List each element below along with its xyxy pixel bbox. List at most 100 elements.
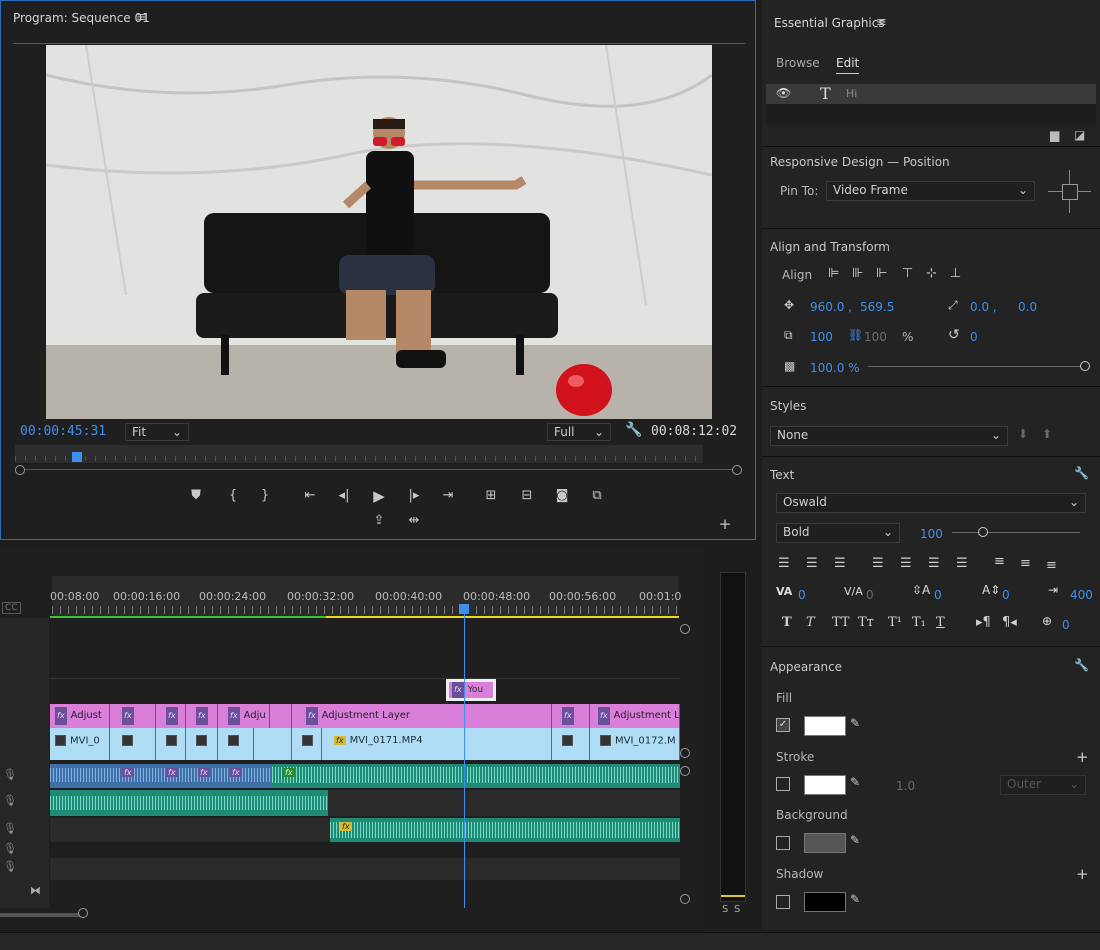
playhead-marker[interactable] <box>72 452 82 462</box>
audio-track-a4[interactable] <box>50 858 680 880</box>
align-left-icon[interactable]: ⊫ <box>828 266 839 281</box>
hamburger-menu-icon[interactable]: ≡ <box>876 15 887 30</box>
zoom-handle-left[interactable] <box>15 465 25 475</box>
underline-icon[interactable]: T <box>936 615 945 630</box>
scale-value[interactable]: 100 <box>810 330 833 344</box>
tracking-value[interactable]: 0 <box>866 588 874 602</box>
adjustment-clip[interactable]: fx <box>186 704 218 728</box>
ltr-text-icon[interactable]: ▸¶ <box>976 615 991 630</box>
tab-width-value[interactable]: 400 <box>1070 588 1093 602</box>
tab-browse[interactable]: Browse <box>776 56 820 70</box>
rtl-text-icon[interactable]: ¶◂ <box>1002 615 1017 630</box>
adjustment-clip[interactable]: fx <box>110 704 156 728</box>
pin-widget[interactable] <box>1048 170 1092 214</box>
solo-right-button[interactable]: S <box>734 904 740 915</box>
adjustment-clip[interactable]: fx Adjustment Layer <box>292 704 552 728</box>
baseline-value[interactable]: 0 <box>1002 588 1010 602</box>
video-clip[interactable] <box>156 728 186 760</box>
justify-left-icon[interactable]: ☰ <box>872 556 884 571</box>
align-top-text-icon[interactable]: ≡ <box>994 554 1005 569</box>
rotation-value[interactable]: 0 <box>970 330 978 344</box>
align-top-icon[interactable]: ⊤ <box>902 266 913 281</box>
eye-icon[interactable]: 👁 <box>776 86 791 100</box>
scroll-handle[interactable] <box>78 908 88 918</box>
subscript-icon[interactable]: T₁ <box>912 615 926 630</box>
video-clip[interactable] <box>110 728 156 760</box>
stroke-type-select[interactable]: Outer ⌄ <box>1000 775 1086 795</box>
eyedropper-icon[interactable]: ✎ <box>850 892 860 906</box>
wrench-icon[interactable]: 🔧 <box>1074 658 1089 672</box>
audio-clip[interactable] <box>330 818 680 842</box>
solo-left-button[interactable]: S <box>722 904 728 915</box>
video-clip[interactable] <box>254 728 292 760</box>
justify-center-icon[interactable]: ☰ <box>900 556 912 571</box>
stroke-checkbox[interactable] <box>776 777 790 791</box>
adjustment-clip[interactable]: fx Adjustment L <box>590 704 680 728</box>
adjustment-clip[interactable] <box>270 704 292 728</box>
add-marker-icon[interactable]: ⛊ <box>184 488 208 503</box>
lift-icon[interactable]: ⊞ <box>479 488 503 503</box>
font-size-slider[interactable] <box>952 532 1080 533</box>
align-bottom-icon[interactable]: ⊥ <box>950 266 961 281</box>
font-select[interactable]: Oswald ⌄ <box>776 493 1086 513</box>
scrubber-track[interactable] <box>15 445 703 463</box>
scroll-handle[interactable] <box>680 766 690 776</box>
hamburger-menu-icon[interactable]: ≡ <box>136 10 147 25</box>
video-track-v4[interactable] <box>50 618 680 678</box>
opacity-slider[interactable] <box>868 366 1086 367</box>
align-center-v-icon[interactable]: ⊹ <box>926 266 937 281</box>
background-color-swatch[interactable] <box>804 833 846 853</box>
mark-in-icon[interactable]: { <box>221 488 245 503</box>
zoom-handle-right[interactable] <box>732 465 742 475</box>
eyedropper-icon[interactable]: ✎ <box>850 775 860 789</box>
eyedropper-icon[interactable]: ✎ <box>850 716 860 730</box>
position-x[interactable]: 960.0 , <box>810 300 852 314</box>
faux-italic-icon[interactable]: T <box>806 615 815 630</box>
pin-to-select[interactable]: Video Frame ⌄ <box>826 181 1035 201</box>
arrow-down-icon[interactable]: ⬇ <box>1018 427 1028 441</box>
mic-icon[interactable]: 🎙 <box>3 768 17 781</box>
go-to-out-icon[interactable]: ⇥ <box>436 488 460 503</box>
mic-icon[interactable]: 🎙 <box>3 822 17 835</box>
shadow-checkbox[interactable] <box>776 895 790 909</box>
video-clip[interactable]: fx MVI_0171.MP4 <box>322 728 552 760</box>
zoom-select[interactable]: Fit ⌄ <box>125 423 189 441</box>
resolution-select[interactable]: Full ⌄ <box>547 423 611 441</box>
horizontal-scrollbar[interactable] <box>0 913 82 917</box>
font-size-value[interactable]: 100 <box>920 527 943 541</box>
adjustment-clip[interactable]: fx Adju <box>218 704 270 728</box>
extract-icon[interactable]: ⊟ <box>515 488 539 503</box>
video-clip[interactable] <box>292 728 322 760</box>
mic-icon[interactable]: 🎙 <box>3 794 17 807</box>
adjustment-clip[interactable]: fx Adjust <box>50 704 110 728</box>
step-forward-icon[interactable]: |▸ <box>402 488 426 503</box>
add-stroke-icon[interactable]: + <box>1076 748 1089 766</box>
video-clip[interactable] <box>218 728 254 760</box>
superscript-icon[interactable]: T¹ <box>888 615 902 630</box>
align-bottom-text-icon[interactable]: ≡ <box>1046 558 1057 573</box>
background-checkbox[interactable] <box>776 836 790 850</box>
tab-edit[interactable]: Edit <box>836 56 860 74</box>
adjustment-clip[interactable]: fx <box>552 704 590 728</box>
mark-out-icon[interactable]: } <box>253 488 277 503</box>
scale-linked-value[interactable]: 100 <box>864 330 887 344</box>
font-size-slider-handle[interactable] <box>978 527 988 537</box>
pin-top-icon[interactable] <box>1069 170 1070 184</box>
step-back-icon[interactable]: ◂| <box>332 488 356 503</box>
tsume-value[interactable]: 0 <box>1062 618 1070 632</box>
justify-all-icon[interactable]: ☰ <box>956 556 968 571</box>
captions-icon[interactable]: CC <box>2 602 21 614</box>
mic-icon[interactable]: 🎙 <box>3 860 17 873</box>
audio-clip[interactable] <box>272 764 680 788</box>
wrench-icon[interactable]: 🔧 <box>1074 466 1089 480</box>
faux-bold-icon[interactable]: T <box>782 615 792 630</box>
folder-icon[interactable]: ▆ <box>1050 128 1059 142</box>
video-track-v3[interactable] <box>50 678 680 705</box>
export-frame-icon[interactable]: ⇪ <box>367 513 391 528</box>
stroke-width-value[interactable]: 1.0 <box>896 779 915 793</box>
link-icon[interactable]: ⛓ <box>848 328 863 342</box>
font-weight-select[interactable]: Bold ⌄ <box>776 523 900 543</box>
go-to-in-icon[interactable]: ⇤ <box>298 488 322 503</box>
scroll-handle[interactable] <box>680 748 690 758</box>
pin-left-icon[interactable] <box>1048 191 1062 192</box>
